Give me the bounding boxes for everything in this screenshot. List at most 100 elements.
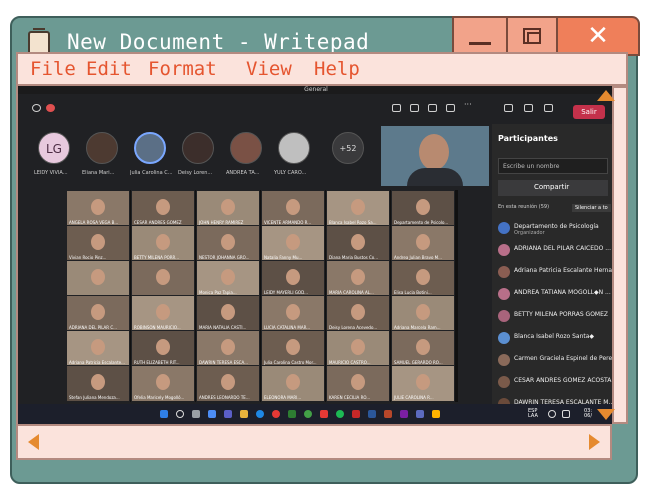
search-icon[interactable] <box>176 410 184 418</box>
video-tile[interactable]: ANDRES LEONARDO TE... <box>196 365 260 402</box>
video-tile[interactable]: ROBINSON MAURICIO... <box>131 295 195 332</box>
app-icon-4[interactable] <box>432 410 440 418</box>
share-screen-icon[interactable] <box>544 104 553 112</box>
menu-view[interactable]: View <box>246 58 292 80</box>
close-button[interactable]: ✕ <box>556 16 640 56</box>
windows-start-icon[interactable] <box>160 410 168 418</box>
participant-row[interactable]: BETTY MILENA PORRAS GOMEZ <box>498 308 612 324</box>
participant-row[interactable]: Adriana Patricia Escalante Herna... <box>498 264 612 280</box>
video-tile[interactable]: VICENTE ARMANDO R... <box>261 190 325 227</box>
video-tile[interactable] <box>131 260 195 297</box>
more-icon[interactable]: ··· <box>464 100 473 109</box>
avatar[interactable]: LG <box>38 132 70 164</box>
task-view-icon[interactable] <box>192 410 200 418</box>
volume-icon[interactable] <box>562 410 570 418</box>
video-tile[interactable]: JOHN HENRY RAMIREZ <box>196 190 260 227</box>
video-tile[interactable]: Deisy Lorena Acevedo... <box>326 295 390 332</box>
menu-format[interactable]: Format <box>148 58 217 80</box>
share-button[interactable]: Compartir <box>498 180 608 196</box>
video-tile[interactable]: LEIDY MAYERLI GOD... <box>261 260 325 297</box>
vertical-scrollbar[interactable] <box>612 86 628 424</box>
microphone-icon[interactable] <box>524 104 533 112</box>
menu-file[interactable]: File <box>30 58 76 80</box>
language-indicator[interactable]: ESP LAA <box>528 409 538 419</box>
video-tile[interactable]: NESTOR JOHANNA GRO... <box>196 225 260 262</box>
participant-row[interactable]: ADRIANA DEL PILAR CAICEDO ... <box>498 242 612 258</box>
video-tile[interactable]: Adriana Patricia Escalante... <box>66 330 130 367</box>
whatsapp-icon[interactable] <box>304 410 312 418</box>
reactions-icon[interactable] <box>428 104 437 112</box>
video-tile[interactable]: SAMUEL GERARDO RO... <box>391 330 455 367</box>
video-tile[interactable]: MARIA CAROLINA AL... <box>326 260 390 297</box>
chat-icon[interactable] <box>410 104 419 112</box>
minimize-button[interactable] <box>452 16 508 56</box>
video-tile[interactable]: Adriana Marcela Ram... <box>391 295 455 332</box>
file-explorer-icon[interactable] <box>240 410 248 418</box>
participant-search-input[interactable]: Escribe un nombre <box>498 158 608 174</box>
video-tile[interactable]: Julia Carolina Castro Mor... <box>261 330 325 367</box>
spotify-icon[interactable] <box>336 410 344 418</box>
excel-icon[interactable] <box>288 410 296 418</box>
video-tile[interactable]: Andrea Julian Bravo M... <box>391 225 455 262</box>
video-tile[interactable]: BETTY MILENA PORR... <box>131 225 195 262</box>
avatar[interactable] <box>134 132 166 164</box>
video-tile[interactable]: Departamento de Psicolo... <box>391 190 455 227</box>
video-tile[interactable]: MAURICIO CASTRO... <box>326 330 390 367</box>
avatar[interactable] <box>182 132 214 164</box>
document-content[interactable]: General ··· Salir LG LEIDY VIVIA... Elia… <box>16 86 612 424</box>
video-tile[interactable]: KAREN CECILIA RO... <box>326 365 390 402</box>
video-tile[interactable]: Monica Paz Tapia... <box>196 260 260 297</box>
chrome-icon[interactable] <box>272 410 280 418</box>
more-participants[interactable]: +52 <box>332 132 364 164</box>
menu-help[interactable]: Help <box>314 58 360 80</box>
mute-all-button[interactable]: Silenciar a to <box>572 204 611 212</box>
participant-row[interactable]: ANDREA TATIANA MOGOLL◆N ... <box>498 286 612 302</box>
app-icon-3[interactable] <box>416 410 424 418</box>
powerpoint-icon[interactable] <box>384 410 392 418</box>
video-tile[interactable]: JULIE CAROLINA R... <box>391 365 455 402</box>
scroll-up-icon[interactable] <box>597 90 615 101</box>
video-tile[interactable]: Vivian Rocio Pinz... <box>66 225 130 262</box>
video-tile[interactable]: LUCIA CATALINA MAR... <box>261 295 325 332</box>
menu-edit[interactable]: Edit <box>86 58 132 80</box>
video-tile[interactable]: RUTH ELIZABETH RIT... <box>131 330 195 367</box>
video-tile[interactable]: Stefan Juliana Mendoza... <box>66 365 130 402</box>
teams-icon[interactable] <box>224 410 232 418</box>
video-tile[interactable]: CESAR ANDRES GOMEZ <box>131 190 195 227</box>
video-tile[interactable]: Natalia Fanny Mu... <box>261 225 325 262</box>
video-tile[interactable]: DAWRIN TERESA ESCA... <box>196 330 260 367</box>
edge-icon[interactable] <box>256 410 264 418</box>
word-icon[interactable] <box>368 410 376 418</box>
camera-icon[interactable] <box>504 104 513 112</box>
avatar[interactable] <box>86 132 118 164</box>
participant-row[interactable]: CÉSAR ANDRES GOMEZ ACOSTA <box>498 374 612 390</box>
section-label[interactable]: En esta reunión (59) <box>498 204 549 210</box>
leave-button[interactable]: Salir <box>573 105 605 119</box>
avatar[interactable] <box>278 132 310 164</box>
app-icon[interactable] <box>320 410 328 418</box>
widgets-icon[interactable] <box>208 410 216 418</box>
video-tile[interactable]: ANGELA ROSA VEGA B... <box>66 190 130 227</box>
horizontal-scrollbar[interactable] <box>16 424 612 460</box>
video-tile[interactable]: Elisa Lucia Botini... <box>391 260 455 297</box>
video-tile[interactable]: Ofelia Maricely Mogolló... <box>131 365 195 402</box>
participant-row[interactable]: Blanca Isabel Rozo Santa◆ <box>498 330 612 346</box>
maximize-button[interactable] <box>506 16 558 56</box>
people-icon[interactable] <box>392 104 401 112</box>
video-tile[interactable] <box>66 260 130 297</box>
video-tile[interactable]: Blanca Isabel Rozo Sa... <box>326 190 390 227</box>
clock[interactable]: 03: 06/ <box>584 409 592 419</box>
scroll-left-icon[interactable] <box>28 434 39 450</box>
avatar[interactable] <box>230 132 262 164</box>
video-tile[interactable]: ADRIANA DEL PILAR C... <box>66 295 130 332</box>
video-tile[interactable]: ELEONORA MARI... <box>261 365 325 402</box>
wifi-icon[interactable] <box>548 410 556 418</box>
participant-row[interactable]: Departamento de Psicología Organizador <box>498 220 612 236</box>
view-icon[interactable] <box>446 104 455 112</box>
scroll-down-icon[interactable] <box>597 409 615 420</box>
video-tile[interactable]: Diana Maria Bustos Co... <box>326 225 390 262</box>
video-tile[interactable]: MARIA NATALIA CASTI... <box>196 295 260 332</box>
app-icon-2[interactable] <box>400 410 408 418</box>
pdf-icon[interactable] <box>352 410 360 418</box>
participant-row[interactable]: Carmen Graciela Espinel de Perez <box>498 352 612 368</box>
